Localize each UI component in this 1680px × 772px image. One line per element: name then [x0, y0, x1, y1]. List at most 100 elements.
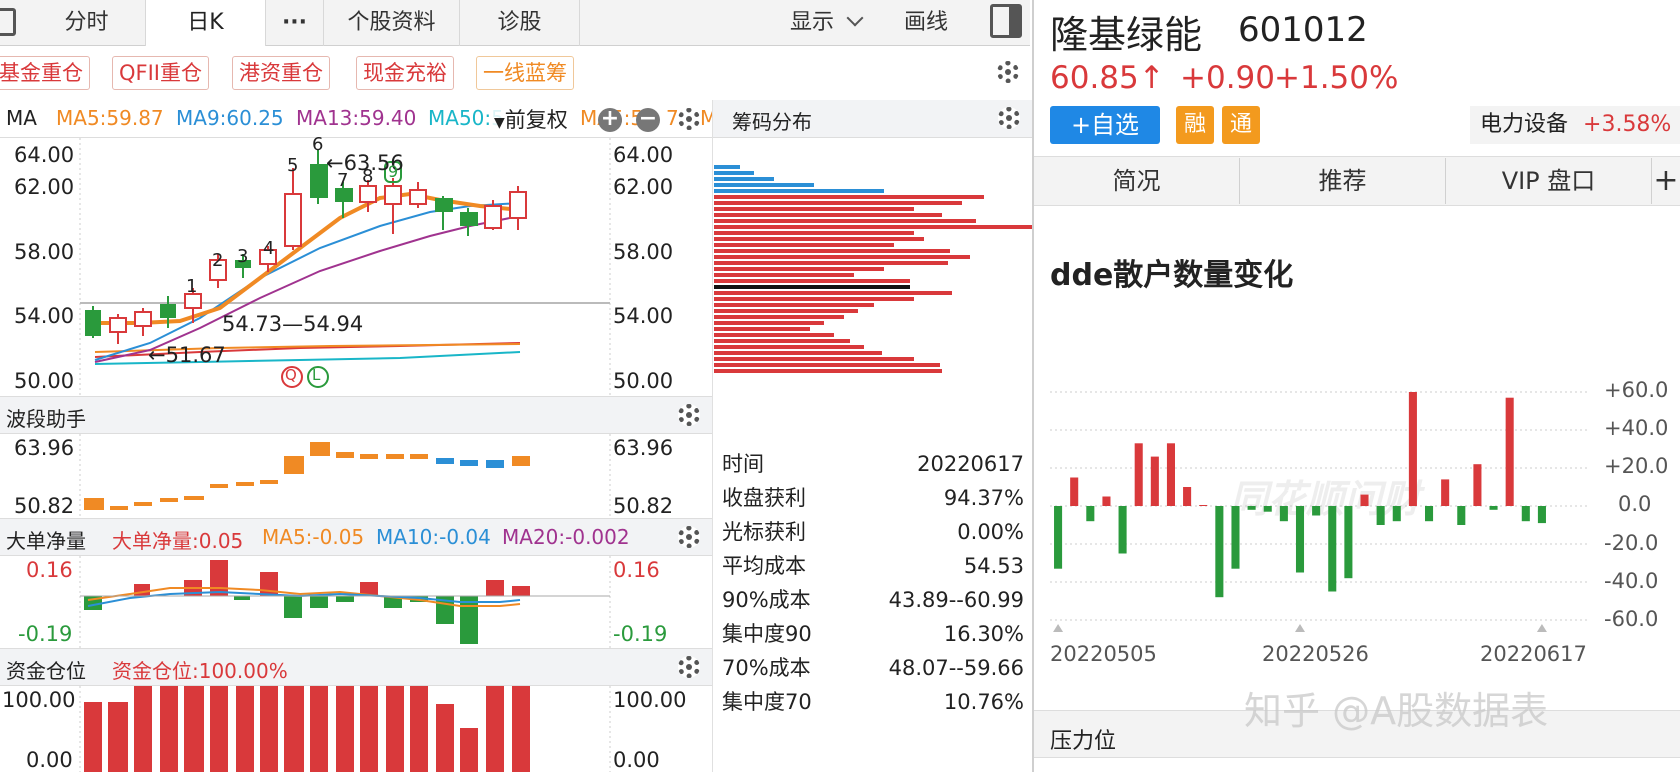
dde-bar	[1457, 506, 1466, 525]
chart-divider	[712, 100, 713, 772]
ma-label: MA	[6, 106, 37, 130]
dde-y-label: -20.0	[1604, 531, 1659, 555]
dde-x-tick	[1295, 624, 1305, 632]
tab-intraday[interactable]: 分时	[28, 0, 146, 46]
kline-axis-left-0: 64.00	[14, 143, 75, 167]
dde-y-label: +40.0	[1604, 416, 1669, 440]
dde-bar	[1279, 506, 1288, 522]
wave-number-5: 5	[287, 155, 299, 176]
dde-bar	[1054, 506, 1063, 569]
ma9-legend: MA9:60.25	[176, 106, 284, 130]
ma5-legend: MA5:59.87	[56, 106, 164, 130]
kline-chart[interactable]	[0, 138, 712, 396]
adjust-mode-dropdown[interactable]: ▼前复权	[490, 104, 572, 134]
dde-bar	[1489, 506, 1498, 510]
connect-badge[interactable]: 通	[1222, 106, 1260, 144]
dde-bar	[1247, 506, 1256, 510]
kline-axis-left-1: 62.00	[14, 175, 75, 199]
zoom-in-icon[interactable]: +	[598, 108, 622, 132]
tag-fund-heavy[interactable]: 基金重仓	[0, 56, 90, 90]
stat-row: 集中度90 16.30%	[722, 622, 1024, 646]
big-order-axis-right-top: 0.16	[613, 558, 660, 582]
chip-title: 筹码分布	[732, 110, 812, 134]
fund-settings-gear-icon[interactable]	[678, 656, 700, 678]
dde-bar	[1328, 506, 1337, 592]
kline-axis-right-4: 50.00	[613, 369, 674, 393]
panel-toggle-icon[interactable]	[990, 4, 1022, 38]
dde-title: dde散户数量变化	[1050, 258, 1294, 293]
big-order-settings-gear-icon[interactable]	[678, 526, 700, 548]
wave-number-4: 4	[263, 238, 275, 259]
kline-axis-right-3: 54.00	[613, 304, 674, 328]
dde-bar	[1231, 506, 1240, 569]
dde-bar	[1183, 487, 1192, 506]
dde-x-tick	[1536, 624, 1547, 632]
draw-line-button[interactable]: 画线	[904, 0, 948, 46]
big-order-ma10: MA10:-0.04	[376, 525, 491, 549]
big-order-title: 大单净量	[6, 529, 86, 553]
dde-y-label: +20.0	[1604, 454, 1669, 478]
more-tabs-button[interactable]: ···	[266, 0, 324, 46]
chip-settings-gear-icon[interactable]	[998, 107, 1020, 129]
add-tab-button[interactable]: +	[1652, 158, 1680, 204]
wave-number-8: 8	[362, 166, 374, 187]
stat-row: 时间 20220617	[722, 452, 1024, 476]
display-dropdown[interactable]: 显示	[790, 0, 864, 46]
dde-bar	[1102, 496, 1111, 506]
wave-number-7: 7	[337, 170, 349, 191]
tab-diagnosis[interactable]: 诊股	[460, 0, 580, 46]
fund-header: 资金仓位 资金仓位:100.00%	[0, 648, 712, 686]
band-chart	[79, 434, 611, 516]
tab-overview[interactable]: 简况	[1034, 158, 1240, 204]
dde-bar	[1441, 479, 1450, 506]
tab-recommend[interactable]: 推荐	[1240, 158, 1446, 204]
big-order-chart	[79, 556, 611, 648]
kline-axis-right-1: 62.00	[613, 175, 674, 199]
adjust-mode-label: 前复权	[504, 108, 568, 132]
dde-bar	[1473, 464, 1482, 506]
zoom-out-icon[interactable]: −	[636, 108, 660, 132]
dde-bar	[1360, 494, 1369, 506]
tags-settings-gear-icon[interactable]	[997, 61, 1019, 83]
dde-x-label: 20220505	[1050, 642, 1157, 666]
kline-axis-right-2: 58.00	[613, 240, 674, 264]
chevron-down-icon	[846, 9, 864, 27]
stock-pct: +1.50%	[1274, 60, 1399, 96]
stock-name: 隆基绿能	[1050, 13, 1203, 57]
dde-bar	[1537, 506, 1546, 524]
tab-daily-k[interactable]: 日K	[146, 0, 266, 46]
ma13-line	[94, 215, 521, 363]
tab-vip-orders[interactable]: VIP 盘口	[1446, 158, 1652, 204]
kline-header: MA MA5:59.87 MA9:60.25 MA13:59.40 MA50:5…	[0, 100, 717, 138]
q-marker: Q	[285, 366, 297, 384]
tag-cash-rich[interactable]: 现金充裕	[356, 56, 454, 90]
tag-hk-heavy[interactable]: 港资重仓	[232, 56, 330, 90]
window-toggle-icon[interactable]	[0, 8, 16, 36]
wave-number-6: 6	[312, 134, 324, 155]
fund-axis-left-top: 100.00	[2, 688, 76, 712]
big-order-ma5: MA5:-0.05	[262, 525, 365, 549]
sector-chip[interactable]: 电力设备 +3.58%	[1470, 106, 1680, 144]
chevron-down-icon: ▼	[494, 115, 505, 131]
dde-y-label: 0.0	[1618, 492, 1652, 516]
tab-stock-profile[interactable]: 个股资料	[324, 0, 460, 46]
dde-bar	[1215, 506, 1224, 598]
dde-bar	[1521, 506, 1530, 522]
add-watchlist-button[interactable]: +自选	[1050, 106, 1160, 144]
big-order-axis-right-bottom: -0.19	[613, 622, 668, 646]
chip-distribution-chart[interactable]	[712, 138, 1032, 438]
dde-bar	[1312, 506, 1321, 516]
dde-bar	[1344, 506, 1353, 579]
dde-bar	[1408, 392, 1417, 506]
dde-y-label: -60.0	[1604, 607, 1659, 631]
tag-blue-chip[interactable]: 一线蓝筹	[476, 56, 574, 90]
band-settings-gear-icon[interactable]	[678, 404, 700, 426]
stat-row: 收盘获利 94.37%	[722, 486, 1024, 510]
dde-bar	[1199, 505, 1208, 506]
kline-axis-left-4: 50.00	[14, 369, 75, 393]
margin-badge[interactable]: 融	[1176, 106, 1214, 144]
display-label: 显示	[790, 10, 835, 35]
tag-qfii-heavy[interactable]: QFII重仓	[112, 56, 209, 90]
kline-settings-gear-icon[interactable]	[678, 108, 700, 130]
dde-chart[interactable]	[1040, 370, 1600, 650]
